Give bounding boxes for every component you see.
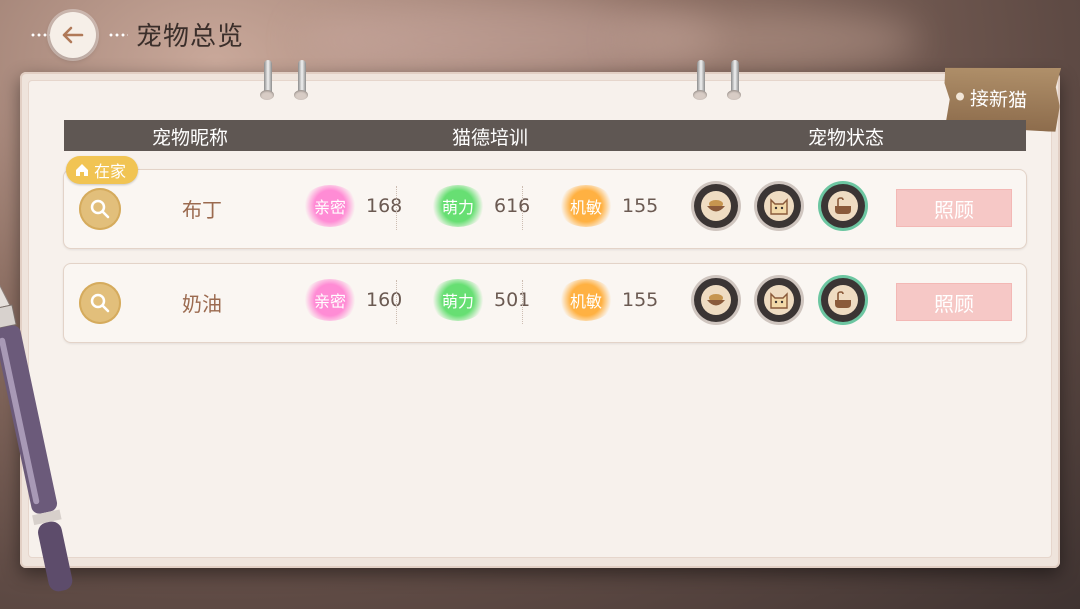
food-bowl-icon — [707, 200, 725, 212]
back-button[interactable] — [50, 12, 96, 58]
tag-hole — [956, 92, 964, 100]
divider — [396, 186, 397, 230]
fountain-pen-decoration — [0, 275, 73, 592]
pet-row: 奶油 亲密 160 萌力 501 机敏 155 照顾 — [63, 263, 1027, 343]
column-header-status: 宠物状态 — [808, 127, 885, 149]
pet-details-button[interactable] — [79, 282, 121, 324]
stat-label-cuteness: 萌力 — [430, 279, 486, 321]
binder-ring — [294, 60, 308, 100]
divider — [522, 186, 523, 230]
stat-label-intimacy: 亲密 — [302, 279, 358, 321]
food-bowl-icon — [707, 294, 725, 306]
home-status-badge: 在家 — [66, 156, 139, 184]
stat-value-agility: 155 — [622, 195, 659, 217]
dots-decoration — [108, 33, 128, 37]
home-badge-label: 在家 — [94, 162, 127, 181]
stat-value-cuteness: 616 — [494, 195, 531, 217]
magnifier-icon — [90, 199, 110, 219]
table-header: 宠物昵称 猫德培训 宠物状态 — [64, 120, 1026, 151]
status-food-button[interactable] — [694, 184, 738, 228]
stat-value-cuteness: 501 — [494, 289, 531, 311]
pet-name: 奶油 — [182, 292, 222, 316]
pet-name: 布丁 — [182, 198, 222, 222]
new-cat-label: 接新猫 — [969, 87, 1028, 112]
binder-ring — [727, 60, 741, 100]
status-mood-button[interactable] — [757, 184, 801, 228]
binder-ring — [693, 60, 707, 100]
status-bath-button[interactable] — [821, 278, 865, 322]
care-button[interactable]: 照顾 — [896, 283, 1012, 321]
dots-decoration — [30, 33, 50, 37]
pet-details-button[interactable] — [79, 188, 121, 230]
cat-face-icon — [770, 292, 788, 309]
divider — [522, 280, 523, 324]
bath-icon — [835, 291, 851, 308]
house-icon — [76, 164, 88, 176]
stat-label-cuteness: 萌力 — [430, 185, 486, 227]
stat-label-intimacy: 亲密 — [302, 185, 358, 227]
care-button[interactable]: 照顾 — [896, 189, 1012, 227]
back-arrow-icon — [62, 26, 84, 44]
cat-face-icon — [770, 198, 788, 215]
divider — [396, 280, 397, 324]
top-bar: 宠物总览 — [0, 0, 1080, 72]
pet-row: 布丁 亲密 168 萌力 616 机敏 155 照顾 — [63, 169, 1027, 249]
binder-ring — [260, 60, 274, 100]
magnifier-icon — [90, 293, 110, 313]
column-header-training: 猫德培训 — [452, 127, 529, 149]
status-food-button[interactable] — [694, 278, 738, 322]
status-mood-button[interactable] — [757, 278, 801, 322]
bath-icon — [835, 197, 851, 214]
stat-label-agility: 机敏 — [558, 185, 614, 227]
column-header-name: 宠物昵称 — [152, 127, 229, 149]
status-bath-button[interactable] — [821, 184, 865, 228]
stat-label-agility: 机敏 — [558, 279, 614, 321]
page-title: 宠物总览 — [136, 22, 245, 52]
stat-value-agility: 155 — [622, 289, 659, 311]
